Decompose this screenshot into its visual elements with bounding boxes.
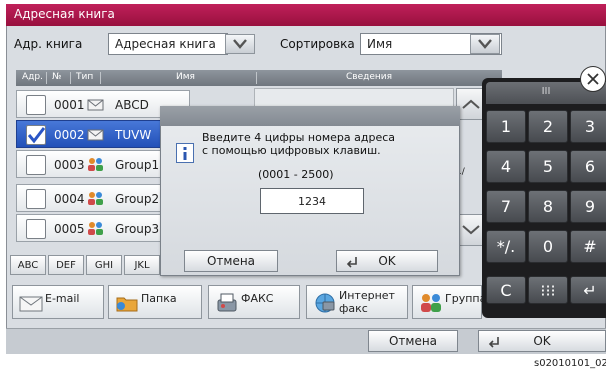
key-2[interactable]: 2 <box>528 110 568 143</box>
key-0[interactable]: 0 <box>528 230 568 263</box>
header-type: Тип <box>76 72 94 82</box>
key-clear[interactable]: C <box>486 276 526 304</box>
folder-icon <box>116 297 138 312</box>
category-label: Группа <box>445 292 487 305</box>
row-checkbox[interactable] <box>26 189 46 209</box>
row-number: 0001 <box>54 98 85 112</box>
ok-button[interactable]: OK <box>478 330 606 352</box>
row-number: 0005 <box>54 222 85 236</box>
dialog-header <box>160 106 460 126</box>
keypad-close-button[interactable] <box>580 66 606 92</box>
key-7[interactable]: 7 <box>486 190 526 223</box>
alpha-tab-def[interactable]: DEF <box>48 255 84 275</box>
category-email-button[interactable]: E-mail <box>12 285 104 319</box>
envelope-icon <box>19 296 43 312</box>
row-name: Group3 <box>115 222 160 236</box>
figure-code: s02010101_02 <box>534 358 606 369</box>
category-label: Папка <box>141 292 177 305</box>
row-checkbox[interactable] <box>26 125 46 145</box>
header-number: № <box>52 72 62 82</box>
address-number-input[interactable]: 1234 <box>260 188 364 214</box>
chevron-up-icon <box>462 99 480 109</box>
sort-dropdown-button[interactable] <box>470 34 500 54</box>
row-number: 0002 <box>54 128 85 142</box>
checkmark-icon <box>27 127 46 144</box>
key-3[interactable]: 3 <box>570 110 606 143</box>
key-8[interactable]: 8 <box>528 190 568 223</box>
cancel-button[interactable]: Отмена <box>368 330 458 352</box>
alpha-tab-abc[interactable]: ABC <box>10 255 46 275</box>
chevron-down-icon <box>462 225 480 235</box>
enter-icon <box>488 337 499 348</box>
header-details: Сведения <box>346 72 393 82</box>
key-6[interactable]: 6 <box>570 150 606 183</box>
address-book-select[interactable]: Адресная книга <box>108 33 228 55</box>
dialog-ok-label: OK <box>378 254 396 268</box>
dialog-message-line1: Введите 4 цифры номера адреса <box>202 131 396 144</box>
category-internet-fax-button[interactable]: Интернет факс <box>306 285 408 319</box>
header-addr: Адр. <box>22 72 43 82</box>
ok-label: OK <box>533 334 551 348</box>
row-number: 0003 <box>54 158 85 172</box>
group-icon <box>88 192 103 205</box>
key-asterisk[interactable]: */. <box>486 230 526 263</box>
dialog-message-line2: с помощью цифровых клавиш. <box>202 144 381 157</box>
alpha-tab-ghi[interactable]: GHI <box>86 255 122 275</box>
address-book-dropdown-button[interactable] <box>225 34 255 54</box>
group-icon <box>88 158 103 171</box>
group-icon <box>88 222 103 235</box>
info-icon <box>176 143 194 163</box>
chevron-down-icon <box>233 39 247 49</box>
key-enter[interactable]: ↵ <box>570 276 606 304</box>
key-grid[interactable]: ⁝⁝⁝ <box>528 276 568 304</box>
category-group-button[interactable]: Группа <box>412 285 486 319</box>
category-fax-button[interactable]: ФАКС <box>208 285 300 319</box>
category-label: E-mail <box>45 292 80 305</box>
chevron-down-icon <box>478 39 492 49</box>
key-4[interactable]: 4 <box>486 150 526 183</box>
group-icon <box>421 294 441 312</box>
dialog-range: (0001 - 2500) <box>258 168 334 181</box>
row-name: TUVW <box>115 128 152 142</box>
close-icon <box>587 73 599 85</box>
dialog-cancel-button[interactable]: Отмена <box>184 250 278 272</box>
address-book-label: Адр. книга <box>14 37 83 51</box>
row-name: ABCD <box>115 98 149 112</box>
key-9[interactable]: 9 <box>570 190 606 223</box>
internet-fax-icon <box>315 293 335 313</box>
table-header: Адр. № Тип Имя Сведения <box>16 70 502 86</box>
key-hash[interactable]: # <box>570 230 606 263</box>
fax-icon <box>217 293 237 312</box>
sort-label: Сортировка <box>280 37 355 51</box>
envelope-icon <box>87 99 104 111</box>
row-checkbox[interactable] <box>26 95 46 115</box>
key-5[interactable]: 5 <box>528 150 568 183</box>
row-number: 0004 <box>54 192 85 206</box>
window-title: Адресная книга <box>6 4 606 26</box>
row-checkbox[interactable] <box>26 219 46 239</box>
category-folder-button[interactable]: Папка <box>108 285 202 319</box>
alpha-tab-jkl[interactable]: JKL <box>124 255 160 275</box>
envelope-icon <box>87 129 104 141</box>
dialog-ok-button[interactable]: OK <box>336 250 438 272</box>
enter-icon <box>346 257 357 268</box>
category-label: Интернет факс <box>339 289 395 315</box>
key-1[interactable]: 1 <box>486 110 526 143</box>
category-label: ФАКС <box>241 292 274 305</box>
row-checkbox[interactable] <box>26 155 46 175</box>
header-name: Имя <box>176 72 195 82</box>
row-name: Group2 <box>115 192 160 206</box>
row-name: Group1 <box>115 158 160 172</box>
dialog-message: Введите 4 цифры номера адреса с помощью … <box>202 131 452 157</box>
